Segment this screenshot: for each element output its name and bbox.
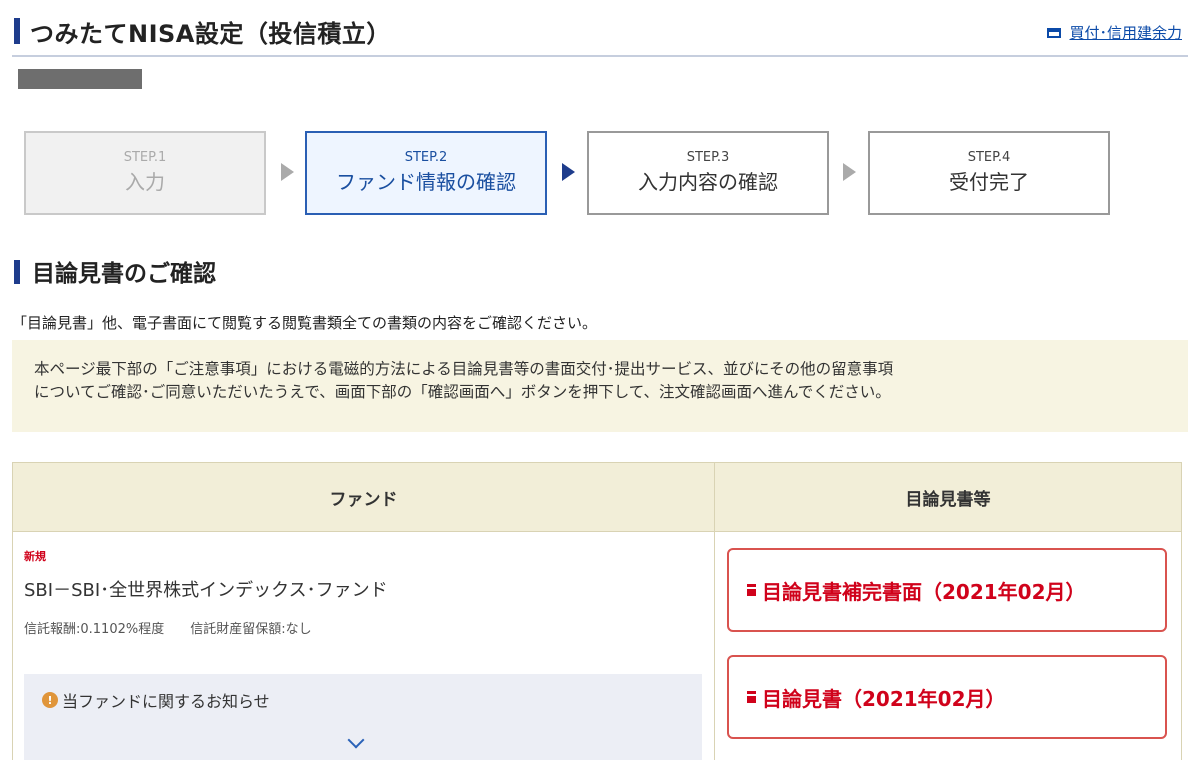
page-title: つみたてNISA設定（投信積立） <box>30 20 391 48</box>
step-4-label: 受付完了 <box>949 170 1029 194</box>
step-arrow-icon <box>562 163 575 181</box>
new-badge: 新規 <box>24 550 46 563</box>
notice-line-1: 本ページ最下部の「ご注意事項」における電磁的方法による目論見書等の書面交付･提出… <box>34 360 894 378</box>
document-icon <box>747 691 756 703</box>
step-1: STEP.1 入力 <box>24 131 266 215</box>
table-header-fund: ファンド <box>12 462 715 532</box>
document-icon <box>747 584 756 596</box>
title-accent-bar <box>14 18 20 44</box>
header-divider <box>12 55 1188 57</box>
step-2: STEP.2 ファンド情報の確認 <box>305 131 547 215</box>
fund-news-label: 当ファンドに関するお知らせ <box>62 692 270 711</box>
notice-line-2: についてご確認･ご同意いただいたうえで、画面下部の「確認画面へ」ボタンを押下して… <box>34 383 891 401</box>
buying-power-link[interactable]: 買付･信用建余力 <box>1047 22 1182 43</box>
section-accent-bar <box>14 260 20 284</box>
redacted-account-info <box>18 69 142 89</box>
fund-name: SBI－SBI･全世界株式インデックス･ファンド <box>24 580 388 601</box>
info-icon: ! <box>42 692 58 708</box>
step-2-number: STEP.2 <box>404 150 448 165</box>
step-3-label: 入力内容の確認 <box>638 170 778 194</box>
window-icon <box>1047 27 1062 38</box>
step-arrow-icon <box>843 163 856 181</box>
fund-news-toggle[interactable]: ! 当ファンドに関するお知らせ <box>42 688 270 712</box>
step-4: STEP.4 受付完了 <box>868 131 1110 215</box>
step-2-label: ファンド情報の確認 <box>336 170 516 194</box>
column-divider <box>714 532 715 760</box>
step-4-number: STEP.4 <box>967 150 1011 165</box>
table-header-documents: 目論見書等 <box>714 462 1182 532</box>
step-arrow-icon <box>281 163 294 181</box>
notice-box: 本ページ最下部の「ご注意事項」における電磁的方法による目論見書等の書面交付･提出… <box>12 340 1188 432</box>
supplementary-prospectus-button[interactable]: 目論見書補完書面（2021年02月） <box>727 548 1167 632</box>
fund-news-panel[interactable] <box>24 674 702 760</box>
section-title: 目論見書のご確認 <box>32 261 216 287</box>
step-3-number: STEP.3 <box>686 150 730 165</box>
step-3: STEP.3 入力内容の確認 <box>587 131 829 215</box>
step-1-number: STEP.1 <box>123 150 167 165</box>
section-description: 「目論見書」他、電子書面にて閲覧する閲覧書類全ての書類の内容をご確認ください。 <box>12 314 598 332</box>
buying-power-link-label: 買付･信用建余力 <box>1069 24 1182 42</box>
supplementary-prospectus-label: 目論見書補完書面（2021年02月） <box>762 579 1086 604</box>
prospectus-label: 目論見書（2021年02月） <box>762 686 1006 711</box>
fund-fee-info: 信託報酬:0.1102%程度 信託財産留保額:なし <box>24 622 312 637</box>
prospectus-button[interactable]: 目論見書（2021年02月） <box>727 655 1167 739</box>
step-1-label: 入力 <box>125 170 165 194</box>
